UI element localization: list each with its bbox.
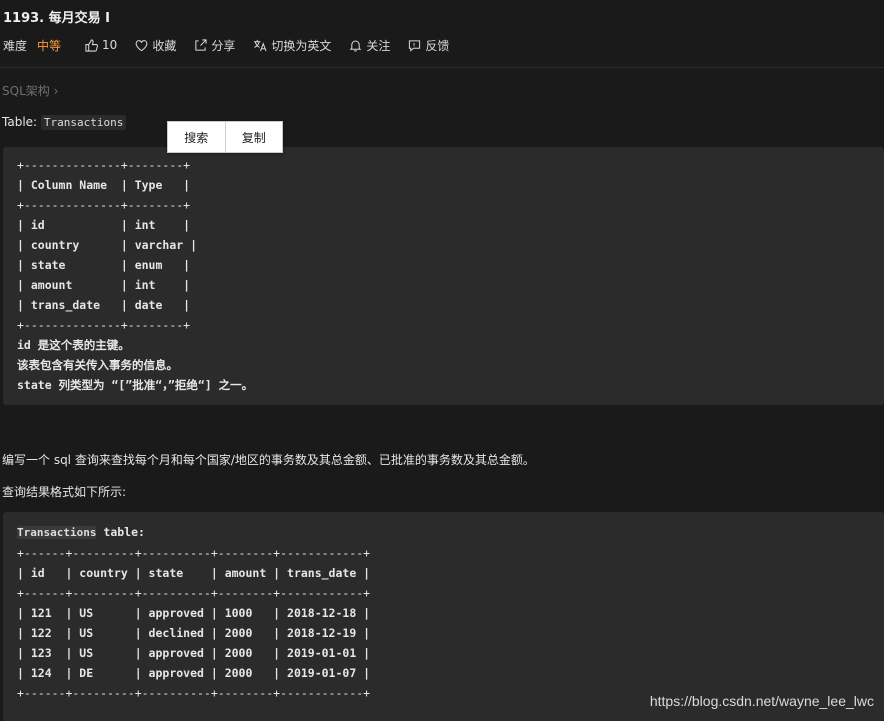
feedback-icon <box>409 39 421 52</box>
like-count: 10 <box>102 38 118 52</box>
copy-button[interactable]: 复制 <box>224 122 283 152</box>
selection-context-menu: 搜索 复制 <box>167 121 283 153</box>
problem-title: 1193. 每月交易 I <box>3 11 111 26</box>
share-icon <box>195 38 207 51</box>
share-label: 分享 <box>211 38 236 53</box>
like-button[interactable]: 10 <box>85 38 117 52</box>
header-divider <box>0 67 884 68</box>
example-line: | 121 | US | approved | 1000 | 2018-12-1… <box>17 606 371 620</box>
favorite-label: 收藏 <box>152 38 177 53</box>
follow-label: 关注 <box>366 38 391 53</box>
schema-line: | trans_date | date | <box>17 298 191 312</box>
schema-line: | Column Name | Type | <box>17 178 191 192</box>
schema-note: id 是这个表的主键。 <box>17 338 130 352</box>
bell-icon <box>349 40 362 52</box>
table-label-prefix: Table: <box>2 115 41 129</box>
example-heading-suffix: table: <box>96 525 145 539</box>
schema-code-block: +--------------+--------+ | Column Name … <box>3 147 884 405</box>
schema-line: | amount | int | <box>17 278 191 292</box>
feedback-button[interactable]: 反馈 <box>408 37 449 54</box>
problem-description: 编写一个 sql 查询来查找每个月和每个国家/地区的事务数及其总金额、已批准的事… <box>2 453 535 467</box>
share-button[interactable]: 分享 <box>194 37 235 54</box>
example-line: +------+---------+----------+--------+--… <box>17 546 371 560</box>
schema-line: +--------------+--------+ <box>17 158 191 172</box>
format-note: 查询结果格式如下所示: <box>2 485 127 499</box>
example-line: | id | country | state | amount | trans_… <box>17 566 371 580</box>
difficulty-value: 中等 <box>37 38 62 53</box>
schema-note: 该表包含有关传入事务的信息。 <box>17 358 178 372</box>
schema-line: | state | enum | <box>17 258 191 272</box>
example-line: +------+---------+----------+--------+--… <box>17 586 371 600</box>
schema-line: | country | varchar | <box>17 238 198 252</box>
switch-language-label: 切换为英文 <box>271 38 332 53</box>
schema-line: +--------------+--------+ <box>17 318 191 332</box>
favorite-button[interactable]: 收藏 <box>135 37 176 54</box>
search-button[interactable]: 搜索 <box>168 122 225 152</box>
example-line: | 124 | DE | approved | 2000 | 2019-01-0… <box>17 666 371 680</box>
feedback-label: 反馈 <box>425 38 450 53</box>
switch-language-button[interactable]: 切换为英文 <box>253 37 331 54</box>
table-name-code: Transactions <box>40 115 127 130</box>
example-code-block: Transactions table: +------+---------+--… <box>3 512 884 721</box>
example-line: | 123 | US | approved | 2000 | 2019-01-0… <box>17 646 371 660</box>
thumbs-up-icon <box>85 38 99 52</box>
difficulty-label: 难度 <box>3 38 28 53</box>
schema-note: state 列类型为 “[”批准“，”拒绝“] 之一。 <box>17 378 254 392</box>
problem-meta-bar: 难度 中等 10 收藏 分享 切换为英文 关注 反馈 <box>0 36 467 54</box>
translate-icon <box>254 39 267 51</box>
follow-button[interactable]: 关注 <box>349 37 390 54</box>
breadcrumb[interactable]: SQL架构 › <box>2 82 58 99</box>
example-heading: Transactions table: <box>17 522 884 543</box>
table-label: Table: Transactions <box>2 115 127 130</box>
example-line: | 122 | US | declined | 2000 | 2018-12-1… <box>17 626 371 640</box>
example-table-name: Transactions <box>17 526 97 539</box>
watermark: https://blog.csdn.net/wayne_lee_lwc <box>649 693 874 709</box>
schema-line: +--------------+--------+ <box>17 198 191 212</box>
heart-icon <box>135 39 148 51</box>
schema-line: | id | int | <box>17 218 191 232</box>
